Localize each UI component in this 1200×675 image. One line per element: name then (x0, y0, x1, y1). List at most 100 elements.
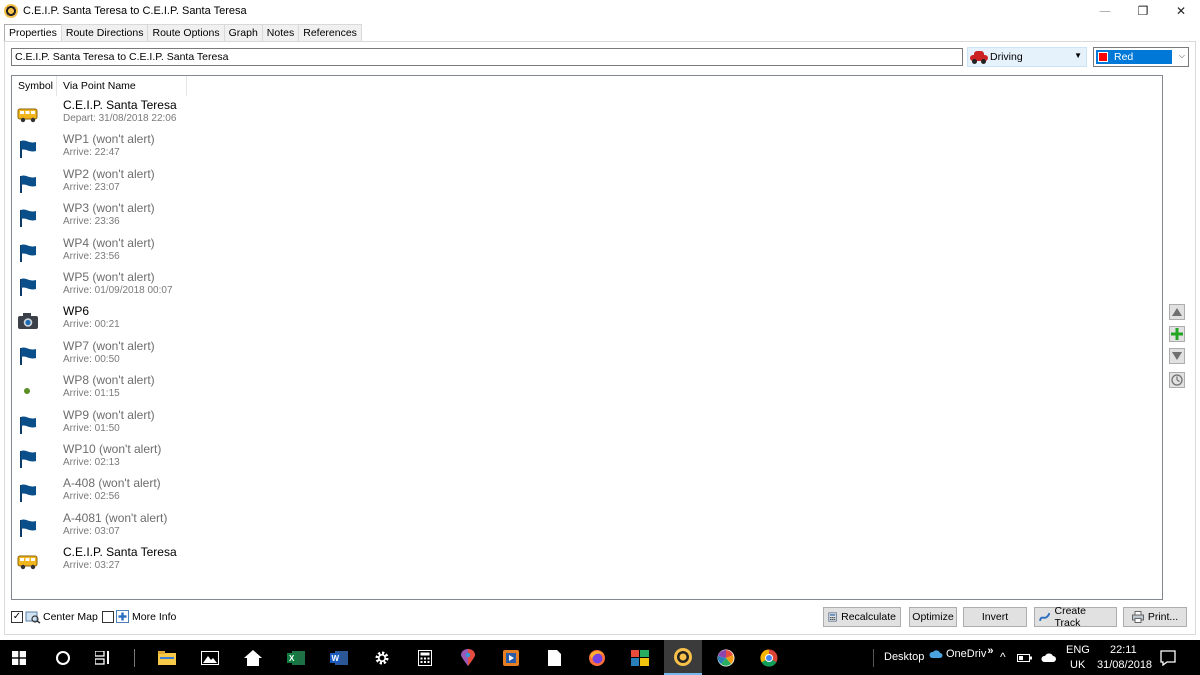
app-grid-button[interactable] (621, 640, 659, 675)
minimize-button[interactable]: — (1086, 0, 1124, 22)
cortana-search-button[interactable] (44, 640, 82, 675)
via-point-list[interactable]: Symbol Via Point Name C.E.I.P. Santa Ter… (11, 75, 1163, 600)
home-button[interactable] (234, 640, 272, 675)
input-language-top[interactable]: ENG (1066, 644, 1090, 656)
chevron-up-icon[interactable]: ^ (1000, 650, 1006, 664)
settings-button[interactable] (363, 640, 401, 675)
cloud-tray-button[interactable] (1036, 640, 1062, 675)
clock-date[interactable]: 31/08/2018 (1097, 659, 1152, 671)
file-explorer-button[interactable] (148, 640, 186, 675)
via-point-name: C.E.I.P. Santa Teresa (63, 98, 177, 112)
route-name-field[interactable]: C.E.I.P. Santa Teresa to C.E.I.P. Santa … (11, 48, 963, 66)
onedrive-toolbar[interactable]: OneDriv » (929, 645, 993, 660)
via-point-name: WP1 (won't alert) (63, 132, 155, 147)
via-point-time: Arrive: 01/09/2018 00:07 (63, 285, 173, 296)
travel-mode-select[interactable]: Driving ▼ (967, 47, 1087, 67)
maximize-button[interactable]: ❐ (1124, 0, 1162, 22)
list-item[interactable]: WP4 (won't alert) Arrive: 23:56 (12, 236, 412, 270)
column-header-symbol[interactable]: Symbol (12, 76, 57, 96)
list-item[interactable]: WP10 (won't alert) Arrive: 02:13 (12, 442, 412, 476)
tab-references[interactable]: References (298, 24, 362, 42)
firefox-icon (589, 649, 605, 666)
excel-icon: X (287, 650, 305, 665)
flag-icon (17, 277, 39, 297)
more-info-checkbox[interactable] (102, 611, 114, 623)
tab-route-options[interactable]: Route Options (147, 24, 225, 42)
tab-route-directions[interactable]: Route Directions (60, 24, 149, 42)
maps-button[interactable] (449, 640, 487, 675)
list-item[interactable]: WP3 (won't alert) Arrive: 23:36 (12, 201, 412, 235)
battery-tray-button[interactable] (1012, 640, 1038, 675)
list-item[interactable]: WP8 (won't alert) Arrive: 01:15 (12, 373, 412, 407)
center-map-label[interactable]: Center Map (43, 611, 98, 623)
notepad-button[interactable] (535, 640, 573, 675)
list-item[interactable]: WP1 (won't alert) Arrive: 22:47 (12, 132, 412, 166)
move-up-button[interactable] (1169, 304, 1185, 320)
firefox-button[interactable] (578, 640, 616, 675)
route-color-select[interactable]: Red ⌵ (1093, 47, 1189, 67)
optimize-label: Optimize (912, 611, 954, 623)
media-player-button[interactable] (492, 640, 530, 675)
home-icon (244, 649, 262, 666)
car-icon (970, 51, 988, 64)
start-button[interactable] (0, 640, 38, 675)
photos-button[interactable] (191, 640, 229, 675)
recalculate-button[interactable]: Recalculate (823, 607, 901, 627)
print-button[interactable]: Print... (1123, 607, 1187, 627)
green-dot-icon (17, 380, 39, 400)
center-map-checkbox[interactable]: ✓ (11, 611, 23, 623)
list-item[interactable]: A-408 (won't alert) Arrive: 02:56 (12, 476, 412, 510)
recalculate-label: Recalculate (841, 611, 896, 623)
properties-panel: C.E.I.P. Santa Teresa to C.E.I.P. Santa … (4, 41, 1196, 635)
clock-time[interactable]: 22:11 (1110, 644, 1137, 656)
word-button[interactable]: W (320, 640, 358, 675)
via-point-name: WP3 (won't alert) (63, 201, 155, 216)
via-point-name: WP6 (63, 304, 90, 319)
task-view-icon (95, 650, 109, 665)
list-item[interactable]: WP9 (won't alert) Arrive: 01:50 (12, 408, 412, 442)
word-icon: W (330, 650, 348, 665)
create-track-label: Create Track (1054, 605, 1086, 629)
flag-icon (17, 243, 39, 263)
travel-mode-value: Driving (990, 51, 1023, 63)
schedule-button[interactable] (1169, 372, 1185, 388)
picasa-button[interactable] (707, 640, 745, 675)
printer-icon (1131, 611, 1144, 623)
window-controls: — ❐ ✕ (1086, 0, 1200, 22)
tab-graph[interactable]: Graph (223, 24, 263, 42)
taskbar-divider (134, 649, 135, 667)
add-via-point-button[interactable] (1169, 326, 1185, 342)
via-point-name: WP5 (won't alert) (63, 270, 155, 284)
column-header-via-point-name[interactable]: Via Point Name (57, 76, 187, 96)
task-view-button[interactable] (84, 640, 122, 675)
create-track-button[interactable]: Create Track (1034, 605, 1117, 629)
move-down-button[interactable] (1169, 348, 1185, 364)
invert-button[interactable]: Invert (963, 607, 1027, 627)
action-center-button[interactable] (1153, 640, 1183, 675)
list-item[interactable]: WP6 Arrive: 00:21 (12, 304, 412, 338)
compass-logo-icon (674, 647, 692, 666)
color-swatch (1098, 52, 1108, 62)
more-info-label[interactable]: More Info (132, 611, 176, 623)
route-color-selected: Red (1096, 50, 1172, 64)
via-point-time: Arrive: 23:36 (63, 216, 120, 228)
close-button[interactable]: ✕ (1162, 0, 1200, 22)
toolbar-overflow-chevron[interactable]: » (987, 645, 993, 657)
excel-button[interactable]: X (277, 640, 315, 675)
input-language-bottom[interactable]: UK (1070, 659, 1085, 671)
chrome-button[interactable] (750, 640, 788, 675)
via-point-name: A-408 (won't alert) (63, 476, 161, 491)
tab-notes[interactable]: Notes (261, 24, 300, 42)
list-item[interactable]: WP5 (won't alert) Arrive: 01/09/2018 00:0… (12, 270, 412, 304)
list-item[interactable]: C.E.I.P. Santa Teresa Depart: 31/08/2018 … (12, 98, 412, 132)
route-app-taskbar-button[interactable] (664, 640, 702, 675)
optimize-button[interactable]: Optimize (909, 607, 957, 627)
desktop-toolbar-label[interactable]: Desktop (884, 651, 924, 663)
pinwheel-icon (717, 649, 735, 666)
list-item[interactable]: WP7 (won't alert) Arrive: 00:50 (12, 339, 412, 373)
calculator-button[interactable] (406, 640, 444, 675)
list-item[interactable]: A-4081 (won't alert) Arrive: 03:07 (12, 511, 412, 545)
via-point-name: A-4081 (won't alert) (63, 510, 168, 525)
list-item[interactable]: C.E.I.P. Santa Teresa Arrive: 03:27 (12, 545, 412, 579)
list-item[interactable]: WP2 (won't alert) Arrive: 23:07 (12, 167, 412, 201)
